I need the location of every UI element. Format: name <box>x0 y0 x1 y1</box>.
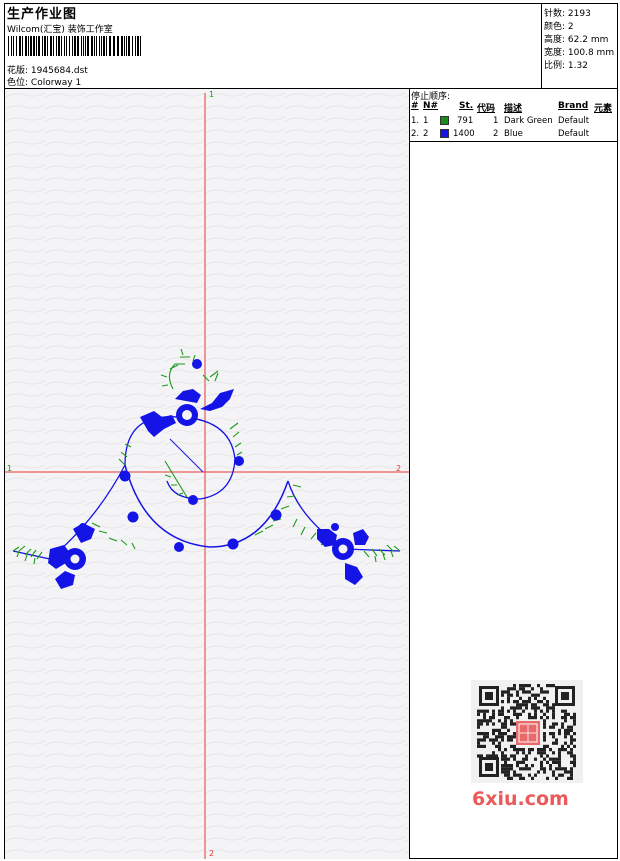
col-header-n: N# <box>423 101 439 111</box>
col-header-element: 元素 <box>594 104 613 114</box>
row2-code: 2 <box>493 129 499 139</box>
col-header-index: # <box>411 101 419 111</box>
col-header-brand: Brand <box>558 101 589 111</box>
row2-n: 2 <box>423 129 429 139</box>
row2-desc: Blue <box>504 129 523 139</box>
row2-color-swatch <box>440 129 449 138</box>
stat-height: 高度: 62.2 mm <box>544 32 608 45</box>
axis-label-top: 1 <box>209 90 214 99</box>
stat-value: 1.32 <box>567 61 588 71</box>
row1-brand: Default <box>558 116 590 126</box>
stats-divider <box>541 3 542 88</box>
colorway-label: 色位: <box>7 78 29 88</box>
qr-code-image <box>471 680 583 783</box>
page-title: 生产作业图 <box>7 7 78 22</box>
stat-stitches: 针数: 2193 <box>544 6 591 19</box>
axis-label-bottom: 2 <box>209 849 214 858</box>
stat-label: 宽度: <box>544 48 566 58</box>
row1-code: 1 <box>493 116 499 126</box>
stat-value: 2193 <box>567 9 591 19</box>
stat-colors: 颜色: 2 <box>544 19 574 32</box>
row2-brand: Default <box>558 129 590 139</box>
col-header-desc: 描述 <box>504 104 523 114</box>
axis-label-left: 1 <box>7 464 12 473</box>
row2-index: 2. <box>411 129 420 139</box>
stat-value: 2 <box>567 22 574 32</box>
canvas-divider <box>409 88 410 859</box>
row1-index: 1. <box>411 116 420 126</box>
stat-scale: 比例: 1.32 <box>544 58 588 71</box>
watermark-text: 6xiu.com <box>472 788 569 810</box>
row2-stitches: 1400 <box>453 129 475 139</box>
page-subtitle: Wilcom(汇宝) 装饰工作室 <box>7 25 113 35</box>
stat-label: 颜色: <box>544 22 566 32</box>
row1-stitches: 791 <box>457 116 474 126</box>
col-header-code: 代码 <box>477 104 496 114</box>
stat-width: 宽度: 100.8 mm <box>544 45 614 58</box>
axis-label-right: 2 <box>396 464 401 473</box>
stat-label: 比例: <box>544 61 566 71</box>
stat-label: 高度: <box>544 35 566 45</box>
table-divider <box>409 141 618 142</box>
row1-desc: Dark Green <box>504 116 553 126</box>
row1-color-swatch <box>440 116 449 125</box>
stat-value: 100.8 mm <box>567 48 615 58</box>
qr-center-seal <box>516 721 540 745</box>
row1-n: 1 <box>423 116 429 126</box>
stat-label: 针数: <box>544 9 566 19</box>
embroidery-canvas: 1 1 2 2 <box>5 89 409 859</box>
col-header-stitches: St. <box>459 101 474 111</box>
canvas-texture <box>5 89 409 859</box>
barcode-image <box>8 36 141 56</box>
colorway-value: Colorway 1 <box>30 78 82 88</box>
colorway-row: 色位: Colorway 1 <box>7 75 81 88</box>
stat-value: 62.2 mm <box>567 35 609 45</box>
